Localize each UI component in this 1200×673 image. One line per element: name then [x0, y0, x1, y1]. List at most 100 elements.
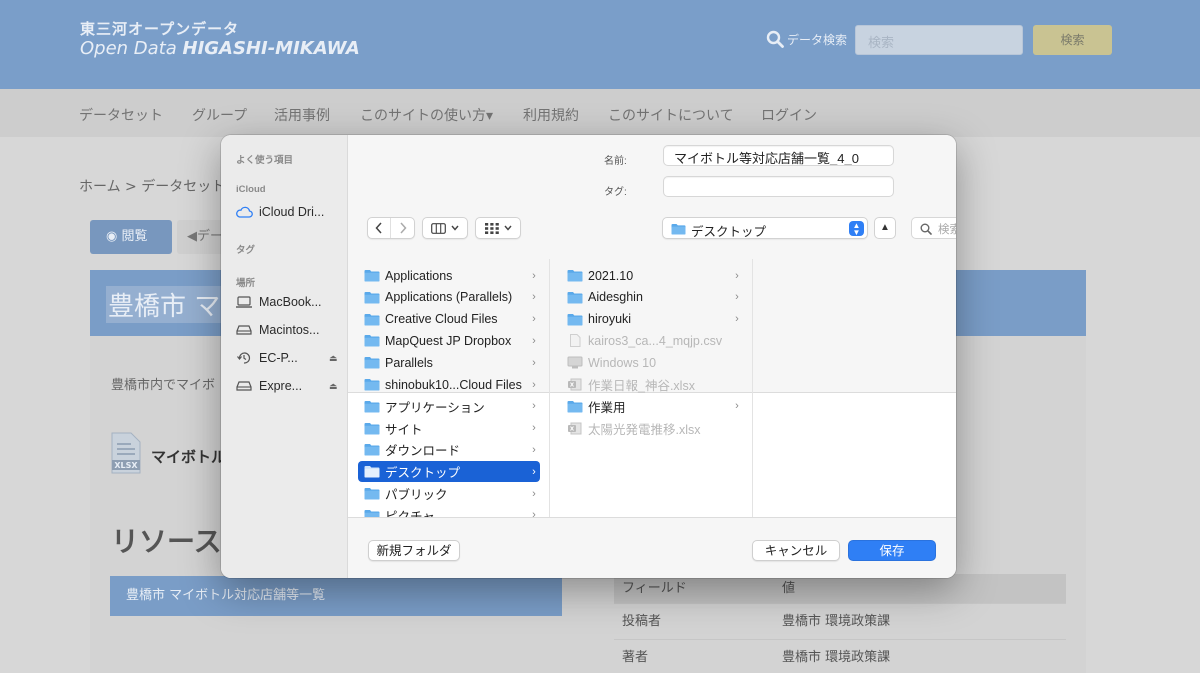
site-search-button[interactable]: 検索 — [1033, 25, 1112, 55]
folder-row[interactable]: hiroyuki › — [561, 309, 743, 330]
folder-icon — [364, 291, 380, 304]
resource-file-name: マイボトル — [151, 448, 227, 466]
folder-row[interactable]: デスクトップ › — [358, 461, 540, 483]
table-header: フィールド — [622, 581, 687, 596]
back-button[interactable] — [368, 218, 392, 238]
resource-link[interactable]: 豊橋市 マイボトル対応店舗等一覧 — [110, 576, 562, 616]
file-row[interactable]: X 作業日報_神谷.xlsx — [561, 374, 743, 395]
folder-row[interactable]: 2021.10 › — [561, 265, 743, 286]
chevron-right-icon: › — [735, 269, 739, 282]
file-name: ダウンロード — [385, 444, 461, 459]
file-row[interactable]: X 太陽光発電推移.xlsx — [561, 418, 743, 439]
forward-button[interactable] — [391, 218, 414, 238]
folder-row[interactable]: Applications (Parallels) › — [358, 287, 540, 308]
site-logo-en[interactable]: Open Data HIGASHI-MIKAWA — [80, 38, 360, 59]
file-name: MapQuest JP Dropbox — [385, 333, 512, 348]
folder-row[interactable]: MapQuest JP Dropbox › — [358, 330, 540, 351]
dialog-footer: 新規フォルダ キャンセル 保存 — [348, 517, 956, 578]
folder-icon — [364, 334, 380, 347]
table-cell: 豊橋市 環境政策課 — [782, 650, 891, 665]
sidebar-item-icloud-drive[interactable]: iCloud Dri... — [235, 202, 343, 222]
folder-row[interactable]: ダウンロード › — [358, 439, 540, 460]
folder-row[interactable]: 作業用 › — [561, 396, 743, 417]
table-header-row: フィールド 値 — [614, 574, 1066, 604]
eject-icon[interactable]: ⏏ — [329, 353, 339, 364]
eye-icon: ◉ — [106, 229, 122, 244]
tags-input[interactable] — [663, 176, 894, 197]
folder-row[interactable]: パブリック › — [358, 483, 540, 504]
chevron-right-icon: › — [532, 487, 536, 500]
folder-row[interactable]: サイト › — [358, 418, 540, 439]
nav-how-to-use[interactable]: このサイトの使い方▾ — [360, 105, 493, 125]
chevron-right-icon: › — [532, 443, 536, 456]
cloud-icon — [235, 205, 253, 219]
folder-icon — [567, 269, 583, 282]
view-mode-segment — [423, 218, 467, 238]
file-name: パブリック — [385, 488, 448, 502]
sidebar-item-label: iCloud Dri... — [259, 205, 325, 219]
nav-showcases[interactable]: 活用事例 — [274, 105, 330, 125]
breadcrumb[interactable]: ホーム > データセット — [79, 176, 225, 196]
folder-row[interactable]: Parallels › — [358, 352, 540, 373]
resources-heading: リソース — [111, 525, 222, 558]
site-logo-jp[interactable]: 東三河オープンデータ — [80, 18, 239, 39]
finder-search-field[interactable]: 検索 — [911, 217, 956, 239]
sidebar-heading-locations[interactable]: 場所 — [236, 275, 255, 289]
file-name: Applications (Parallels) — [385, 290, 513, 305]
folder-row[interactable]: Applications › — [358, 265, 540, 286]
folder-row[interactable]: Creative Cloud Files › — [358, 309, 540, 330]
table-cell: 豊橋市 環境政策課 — [782, 614, 891, 629]
back-to-dataset-button[interactable]: ◀デー — [177, 220, 223, 254]
file-name: Creative Cloud Files — [385, 312, 498, 327]
xlsx-file-icon: XLSX — [111, 432, 141, 474]
nav-groups[interactable]: グループ — [192, 105, 247, 125]
file-name: 2021.10 — [588, 268, 634, 283]
file-name: サイト — [385, 422, 423, 437]
chevron-left-icon — [375, 222, 382, 234]
chevron-up-icon: ▲ — [880, 222, 890, 233]
cancel-button[interactable]: キャンセル — [752, 540, 840, 561]
folder-icon — [364, 465, 380, 478]
sidebar-item-macintosh-hd[interactable]: Macintos... — [235, 320, 343, 340]
nav-terms[interactable]: 利用規約 — [523, 105, 579, 125]
chevron-right-icon: › — [532, 378, 536, 391]
sidebar-heading-tags[interactable]: タグ — [236, 242, 255, 256]
sidebar-item-label: Expre... — [259, 379, 303, 393]
logo-en-prefix: Open Data — [80, 38, 183, 59]
folder-row[interactable]: Aidesghin › — [561, 287, 743, 308]
nav-about[interactable]: このサイトについて — [608, 105, 734, 125]
file-name: 作業日報_神谷.xlsx — [588, 379, 695, 393]
folder-icon — [567, 313, 583, 326]
filename-input[interactable]: マイボトル等対応店舗一覧_4_0 — [663, 145, 894, 166]
folder-row[interactable]: shinobuk10...Cloud Files › — [358, 374, 540, 395]
page-title: 豊橋市 マ — [106, 286, 223, 323]
sidebar-item-ec-p[interactable]: EC-P... ⏏ — [235, 348, 343, 368]
location-popup[interactable]: デスクトップ ▲ ▼ — [662, 217, 868, 239]
sidebar-item-express[interactable]: Expre... ⏏ — [235, 376, 343, 396]
new-folder-button[interactable]: 新規フォルダ — [368, 540, 460, 561]
file-name: デスクトップ — [385, 466, 461, 481]
eject-icon[interactable]: ⏏ — [329, 381, 339, 392]
view-button[interactable]: ◉ 閲覧 — [90, 220, 172, 254]
collapse-toggle-button[interactable]: ▲ — [874, 217, 896, 239]
file-row[interactable]: kairos3_ca...4_mqjp.csv — [561, 330, 743, 351]
file-name: hiroyuki — [588, 312, 632, 327]
save-button[interactable]: 保存 — [848, 540, 936, 561]
folder-icon — [671, 224, 686, 235]
file-name: shinobuk10...Cloud Files — [385, 377, 522, 392]
sidebar-heading-favorites[interactable]: よく使う項目 — [236, 152, 293, 166]
sidebar-item-label: MacBook... — [259, 295, 322, 309]
resource-description: 豊橋市内でマイボ — [111, 378, 216, 393]
nav-datasets[interactable]: データセット — [79, 105, 163, 125]
site-search-input[interactable]: 検索 — [855, 25, 1023, 55]
search-icon — [920, 223, 932, 235]
folder-row[interactable]: アプリケーション › — [358, 396, 540, 417]
view-mode-button[interactable] — [422, 217, 468, 239]
sidebar-item-macbook[interactable]: MacBook... — [235, 292, 343, 312]
file-icon-label: XLSX — [114, 461, 138, 470]
sidebar-heading-icloud[interactable]: iCloud — [236, 184, 266, 195]
nav-login[interactable]: ログイン — [761, 105, 817, 125]
file-row[interactable]: Windows 10 — [561, 352, 743, 373]
chevron-down-icon — [451, 225, 459, 231]
group-by-button[interactable] — [475, 217, 521, 239]
